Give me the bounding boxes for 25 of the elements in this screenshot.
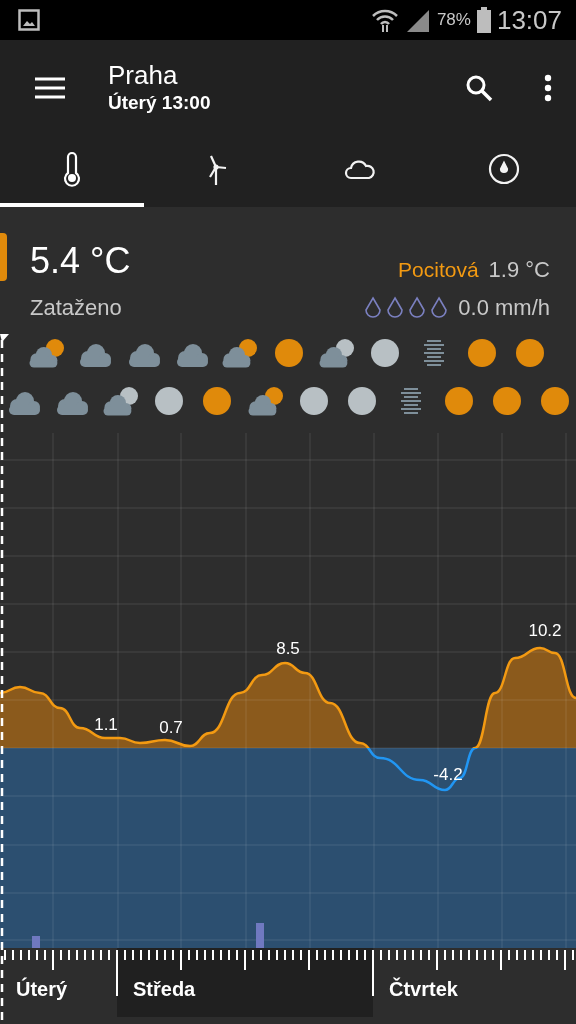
battery-percentage: 78%	[436, 10, 471, 30]
current-temperature: 5.4 °C	[30, 241, 131, 281]
feels-like-label: Pocitová	[398, 258, 479, 282]
rain-drops-icon	[364, 296, 449, 320]
date-time: Úterý 13:00	[108, 90, 212, 115]
battery-icon	[476, 7, 491, 33]
city-title: Praha	[108, 59, 179, 90]
precipitation-value: 0.0 mm/h	[458, 295, 550, 321]
condition: Zataženo	[30, 295, 123, 321]
feels-like-value: 1.9 °C	[488, 257, 550, 283]
wifi-icon	[370, 7, 399, 33]
temperature-label: 1.1	[94, 715, 118, 735]
day-column[interactable]: Středa	[117, 948, 373, 1017]
menu-icon	[34, 75, 66, 100]
rain-bar	[256, 923, 264, 948]
more-icon	[544, 73, 552, 102]
temperature-label: 10.2	[528, 621, 562, 641]
temperature-label: 8.5	[276, 639, 300, 659]
gallery-icon	[18, 9, 40, 31]
drop-in-circle-icon	[486, 151, 522, 187]
current-marker	[0, 233, 7, 281]
temperature-label: -4.2	[433, 765, 463, 785]
clock: 13:07	[496, 4, 562, 36]
rain-bar	[32, 936, 40, 948]
temperature-label: 0.7	[159, 718, 183, 738]
